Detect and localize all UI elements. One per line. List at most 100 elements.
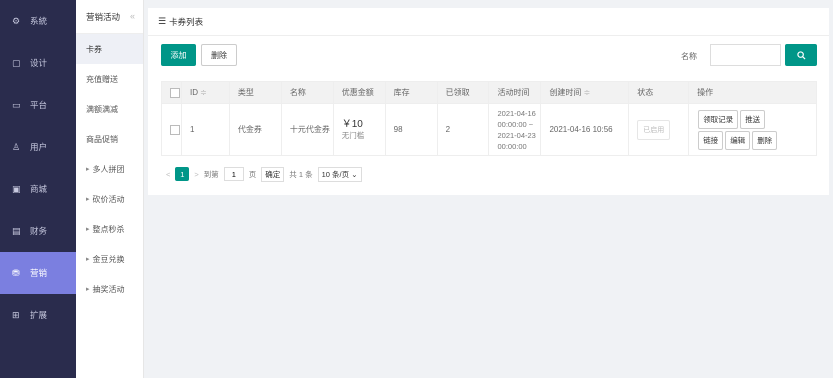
cell-id: 1 (180, 103, 230, 156)
sidebar-item-system[interactable]: ⚙ 系統 (0, 0, 76, 42)
search-button[interactable] (785, 44, 817, 66)
page-current[interactable]: 1 (175, 167, 190, 181)
table-row: 1 代金券 十元代金券 ￥10 无门槛 98 2 2021-04-16 00:0… (161, 103, 817, 156)
cell-created-time: 2021-04-16 10:56 (540, 103, 630, 156)
total-count: 共 1 条 (289, 169, 313, 179)
header-amount: 优惠金额 (332, 81, 386, 104)
cell-activity-time: 2021-04-16 00:00:00 ~ 2021-04-23 00:00:0… (488, 103, 542, 156)
search-icon (796, 50, 806, 60)
amount-value: ￥10 (341, 118, 363, 130)
time-end-clock: 00:00:00 (497, 141, 527, 151)
sidebar-item-user[interactable]: ♙ 用户 (0, 126, 76, 168)
cell-claimed: 2 (436, 103, 490, 156)
submenu-item-promotion[interactable]: 商品促销 (76, 124, 143, 154)
submenu-item-label: 卡券 (86, 44, 102, 54)
submenu-item-label: 充值赠送 (86, 74, 118, 84)
header-stock: 库存 (384, 81, 438, 104)
sidebar-item-shop[interactable]: ▣ 商城 (0, 168, 76, 210)
submenu-item-label: 金豆兑换 (92, 254, 125, 264)
sidebar-item-label: 平台 (30, 100, 48, 110)
caret-right-icon: ▸ (86, 166, 90, 173)
submenu-item-label: 砍价活动 (92, 194, 125, 204)
list-icon: ☰ (158, 16, 167, 26)
sidebar-item-label: 设计 (30, 58, 48, 68)
page-size-value: 10 条/页 (321, 169, 350, 179)
header-select-all[interactable] (161, 81, 182, 104)
header-status: 状态 (628, 81, 690, 104)
header-type: 类型 (228, 81, 282, 104)
delete-button[interactable]: 删除 (201, 44, 237, 66)
toolbar: 添加 删除 名称 (148, 36, 829, 72)
submenu-header: 营销活动 « (76, 0, 143, 34)
page-title: 卡券列表 (169, 16, 204, 27)
design-icon: ▢ (12, 57, 21, 68)
row-delete-button[interactable]: 删除 (752, 130, 778, 150)
checkbox[interactable] (170, 87, 180, 98)
coupon-table: ID ≑ 类型 名称 优惠金额 库存 已领取 活动时间 创建时间 ≑ 状态 操作 1… (161, 81, 817, 156)
caret-right-icon: ▸ (86, 256, 90, 263)
marketing-icon: ⛃ (12, 267, 20, 278)
sidebar-item-label: 财务 (30, 226, 48, 236)
sort-icon: ≑ (199, 88, 207, 97)
checkbox[interactable] (170, 124, 180, 135)
cell-amount: ￥10 无门槛 (332, 103, 386, 156)
submenu: 营销活动 « 卡券 充值赠送 满额满减 商品促销 ▸ 多人拼团 ▸ 砍价活动 ▸ 整点… (76, 0, 144, 378)
sidebar-item-marketing[interactable]: ⛃ 营销 (0, 252, 76, 294)
submenu-item-group-buy[interactable]: ▸ 多人拼团 (76, 154, 143, 184)
time-start-date: 2021-04-16 (497, 108, 536, 118)
panel-title: ☰ 卡券列表 (148, 8, 829, 36)
submenu-item-recharge[interactable]: 充值赠送 (76, 64, 143, 94)
goto-confirm-button[interactable]: 确定 (261, 166, 285, 182)
submenu-item-full-reduction[interactable]: 满额满减 (76, 94, 143, 124)
header-actions: 操作 (688, 81, 817, 104)
time-start-clock: 00:00:00 ~ (497, 119, 534, 129)
submenu-item-bean-exchange[interactable]: ▸ 金豆兑换 (76, 244, 143, 274)
sidebar-item-label: 商城 (30, 184, 48, 194)
row-select[interactable] (161, 103, 182, 156)
goto-label: 到第 (203, 169, 219, 179)
sidebar-item-label: 扩展 (30, 310, 48, 320)
prev-page-icon[interactable]: < (166, 170, 170, 179)
status-badge[interactable]: 已启用 (637, 119, 671, 140)
sidebar-item-design[interactable]: ▢ 设计 (0, 42, 76, 84)
platform-icon: ▭ (12, 99, 21, 110)
main-sidebar: ⚙ 系統 ▢ 设计 ▭ 平台 ♙ 用户 ▣ 商城 ▤ 财务 ⛃ 营销 ⊞ 扩展 (0, 0, 76, 378)
goto-page-input[interactable] (223, 167, 244, 181)
submenu-item-bargain[interactable]: ▸ 砍价活动 (76, 184, 143, 214)
cell-stock: 98 (384, 103, 438, 156)
gear-icon: ⚙ (12, 15, 21, 26)
link-button[interactable]: 链接 (698, 130, 724, 150)
push-button[interactable]: 推送 (740, 109, 766, 129)
shop-icon: ▣ (12, 183, 21, 194)
caret-right-icon: ▸ (86, 196, 90, 203)
next-page-icon[interactable]: > (194, 170, 198, 179)
sidebar-item-platform[interactable]: ▭ 平台 (0, 84, 76, 126)
submenu-item-flash-sale[interactable]: ▸ 整点秒杀 (76, 214, 143, 244)
claim-records-button[interactable]: 领取记录 (698, 109, 739, 129)
caret-right-icon: ▸ (86, 226, 90, 233)
submenu-item-label: 多人拼团 (92, 164, 125, 174)
time-end-date: 2021-04-23 (497, 130, 536, 140)
add-button[interactable]: 添加 (161, 44, 196, 66)
cell-type: 代金券 (228, 103, 282, 156)
submenu-item-coupon[interactable]: 卡券 (76, 34, 143, 64)
collapse-icon[interactable]: « (130, 11, 135, 21)
sidebar-item-finance[interactable]: ▤ 财务 (0, 210, 76, 252)
user-icon: ♙ (12, 141, 21, 152)
page-unit-label: 页 (248, 169, 257, 179)
header-id[interactable]: ID ≑ (180, 81, 230, 104)
page-size-select[interactable]: 10 条/页 ⌄ (317, 166, 362, 182)
submenu-title: 营销活动 (86, 11, 121, 22)
header-created-time[interactable]: 创建时间 ≑ (540, 81, 630, 104)
submenu-item-label: 抽奖活动 (92, 284, 125, 294)
cell-name: 十元代金券 (280, 103, 334, 156)
sidebar-item-extend[interactable]: ⊞ 扩展 (0, 294, 76, 336)
finance-icon: ▤ (12, 225, 21, 236)
submenu-item-lottery[interactable]: ▸ 抽奖活动 (76, 274, 143, 304)
sidebar-item-label: 用户 (30, 142, 48, 152)
chevron-down-icon: ⌄ (351, 169, 358, 179)
edit-button[interactable]: 编辑 (725, 130, 751, 150)
name-filter-input[interactable] (710, 44, 781, 66)
caret-right-icon: ▸ (86, 286, 90, 293)
pagination: < 1 > 到第 页 确定 共 1 条 10 条/页 ⌄ (166, 166, 367, 182)
